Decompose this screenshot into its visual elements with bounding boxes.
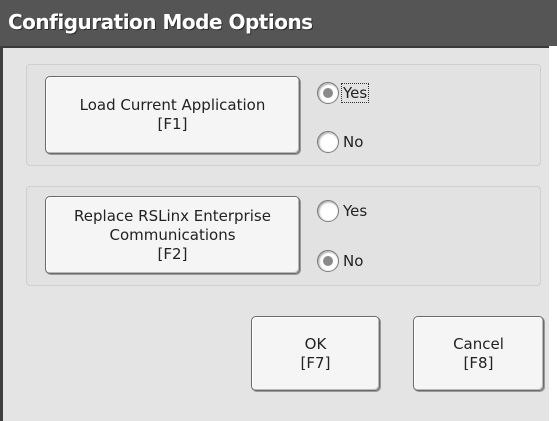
replace-rslinx-communications-button[interactable]: Replace RSLinx Enterprise Communications… bbox=[45, 196, 300, 274]
replace-communications-no-label: No bbox=[343, 252, 364, 270]
cancel-button-label: Cancel [F8] bbox=[453, 334, 504, 372]
ok-button-label: OK [F7] bbox=[300, 334, 331, 372]
ok-button[interactable]: OK [F7] bbox=[251, 316, 380, 391]
left-border bbox=[0, 46, 3, 421]
radio-selected-icon bbox=[317, 250, 339, 272]
replace-communications-yes-label: Yes bbox=[343, 202, 368, 220]
dialog-title: Configuration Mode Options bbox=[8, 10, 313, 34]
load-application-yes-radio[interactable]: Yes bbox=[317, 82, 370, 104]
replace-communications-no-radio[interactable]: No bbox=[317, 250, 364, 272]
right-border bbox=[549, 46, 557, 421]
load-application-no-label: No bbox=[343, 133, 364, 151]
radio-selected-icon bbox=[317, 82, 339, 104]
configuration-dialog: Configuration Mode Options Load Current … bbox=[0, 0, 557, 421]
radio-unselected-icon bbox=[317, 200, 339, 222]
radio-unselected-icon bbox=[317, 131, 339, 153]
replace-communications-yes-radio[interactable]: Yes bbox=[317, 200, 368, 222]
load-application-no-radio[interactable]: No bbox=[317, 131, 364, 153]
load-application-yes-label: Yes bbox=[340, 83, 370, 103]
cancel-button[interactable]: Cancel [F8] bbox=[413, 316, 544, 391]
title-bar: Configuration Mode Options bbox=[0, 0, 557, 48]
load-current-application-button[interactable]: Load Current Application [F1] bbox=[45, 76, 300, 154]
load-current-application-label: Load Current Application [F1] bbox=[79, 96, 266, 133]
replace-rslinx-communications-label: Replace RSLinx Enterprise Communications… bbox=[74, 206, 271, 263]
